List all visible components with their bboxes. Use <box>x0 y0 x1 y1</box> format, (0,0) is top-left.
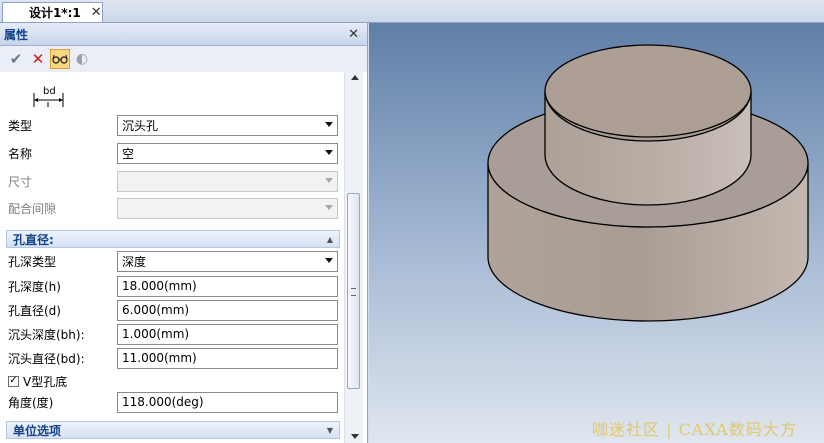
depth-row: 孔深度(h) 18.000(mm) <box>8 275 338 297</box>
angle-input[interactable]: 118.000(deg) <box>117 391 338 413</box>
diameter-row: 孔直径(d) 6.000(mm) <box>8 299 338 321</box>
panel-close-icon[interactable]: ✕ <box>348 27 359 42</box>
depth-label: 孔深度(h) <box>8 279 61 294</box>
depth-input[interactable]: 18.000(mm) <box>117 275 338 297</box>
counterbore-diameter-input[interactable]: 11.000(mm) <box>117 347 338 369</box>
depth-type-value: 深度 <box>122 254 147 269</box>
counterbore-diameter-label: 沉头直径(bd): <box>8 351 85 366</box>
chevron-down-icon <box>325 149 333 155</box>
watermark-text: 咖迷社区 | CAXA数码大方 <box>592 420 797 439</box>
panel-toolbar: ✔ ✕ ◐ <box>0 46 367 72</box>
hole-diameter-section-header[interactable]: 孔直径: ▲ <box>6 230 340 248</box>
depth-type-label: 孔深类型 <box>8 254 57 269</box>
3d-viewport[interactable]: 咖迷社区 | CAXA数码大方 <box>369 23 824 443</box>
v-bottom-row: ✓ V型孔底 <box>8 370 338 392</box>
property-panel: 属性 ✕ ✔ ✕ ◐ bd 类型 沉头孔 名称 空 尺寸 配合间隙 孔直径: ▲… <box>0 23 368 443</box>
name-row: 名称 空 <box>8 142 338 164</box>
section-title: 孔直径: <box>13 232 54 247</box>
counterbore-depth-value: 1.000(mm) <box>122 327 190 341</box>
counterbore-diameter-row: 沉头直径(bd): 11.000(mm) <box>8 347 338 369</box>
scroll-down-icon[interactable] <box>351 434 359 439</box>
type-label: 类型 <box>8 118 33 133</box>
chevron-up-icon: ▲ <box>326 234 333 244</box>
size-select[interactable] <box>117 170 338 192</box>
section-title: 单位选项 <box>13 423 62 438</box>
chevron-down-icon <box>325 204 333 210</box>
scrollbar-thumb[interactable] <box>347 193 360 389</box>
unit-options-section-header[interactable]: 单位选项 ▼ <box>6 421 340 439</box>
fit-row: 配合间隙 <box>8 197 338 219</box>
type-select[interactable]: 沉头孔 <box>117 114 338 136</box>
size-label: 尺寸 <box>8 174 33 189</box>
document-tab-strip: 设计1*:1 ✕ <box>0 0 824 23</box>
grip-icon <box>351 288 356 296</box>
angle-row: 角度(度) 118.000(deg) <box>8 391 338 413</box>
chevron-down-icon <box>325 257 333 263</box>
stepped-cylinder-model[interactable] <box>369 23 824 443</box>
chevron-down-icon <box>325 177 333 183</box>
diameter-value: 6.000(mm) <box>122 303 190 317</box>
v-bottom-label: V型孔底 <box>23 374 68 389</box>
cancel-button[interactable]: ✕ <box>28 49 48 69</box>
type-row: 类型 沉头孔 <box>8 114 338 136</box>
v-bottom-checkbox[interactable]: ✓ <box>8 375 19 387</box>
scroll-up-icon[interactable] <box>351 75 359 80</box>
document-tab[interactable]: 设计1*:1 ✕ <box>2 2 103 22</box>
diagram-label: bd <box>43 86 56 97</box>
counterbore-depth-input[interactable]: 1.000(mm) <box>117 323 338 345</box>
depth-type-select[interactable]: 深度 <box>117 250 338 272</box>
name-select[interactable]: 空 <box>117 142 338 164</box>
document-tab-title: 设计1*:1 <box>29 6 81 20</box>
name-value: 空 <box>122 146 135 161</box>
name-label: 名称 <box>8 146 33 161</box>
chevron-down-icon: ▼ <box>326 425 333 435</box>
counterbore-diameter-value: 11.000(mm) <box>122 351 197 365</box>
panel-title: 属性 <box>4 27 29 42</box>
boss-cylinder-top <box>544 44 752 138</box>
fit-select[interactable] <box>117 197 338 219</box>
type-value: 沉头孔 <box>122 118 159 133</box>
panel-header: 属性 ✕ <box>0 23 367 46</box>
chevron-down-icon <box>325 121 333 127</box>
counterbore-depth-label: 沉头深度(bh): <box>8 327 85 342</box>
glasses-icon <box>52 54 68 64</box>
size-row: 尺寸 <box>8 170 338 192</box>
angle-value: 118.000(deg) <box>122 395 204 409</box>
preview-button[interactable] <box>50 49 70 69</box>
depth-value: 18.000(mm) <box>122 279 197 293</box>
diameter-label: 孔直径(d) <box>8 303 61 318</box>
diameter-input[interactable]: 6.000(mm) <box>117 299 338 321</box>
panel-content: bd 类型 沉头孔 名称 空 尺寸 配合间隙 孔直径: ▲ 孔深类型 深度 孔深… <box>0 71 344 443</box>
fit-label: 配合间隙 <box>8 201 57 216</box>
confirm-button[interactable]: ✔ <box>6 49 26 69</box>
counterbore-depth-row: 沉头深度(bh): 1.000(mm) <box>8 323 338 345</box>
vertical-scrollbar[interactable] <box>344 71 363 443</box>
close-icon[interactable]: ✕ <box>91 5 102 20</box>
depth-type-row: 孔深类型 深度 <box>8 250 338 272</box>
half-circle-icon[interactable]: ◐ <box>72 49 92 69</box>
angle-label: 角度(度) <box>8 395 54 410</box>
